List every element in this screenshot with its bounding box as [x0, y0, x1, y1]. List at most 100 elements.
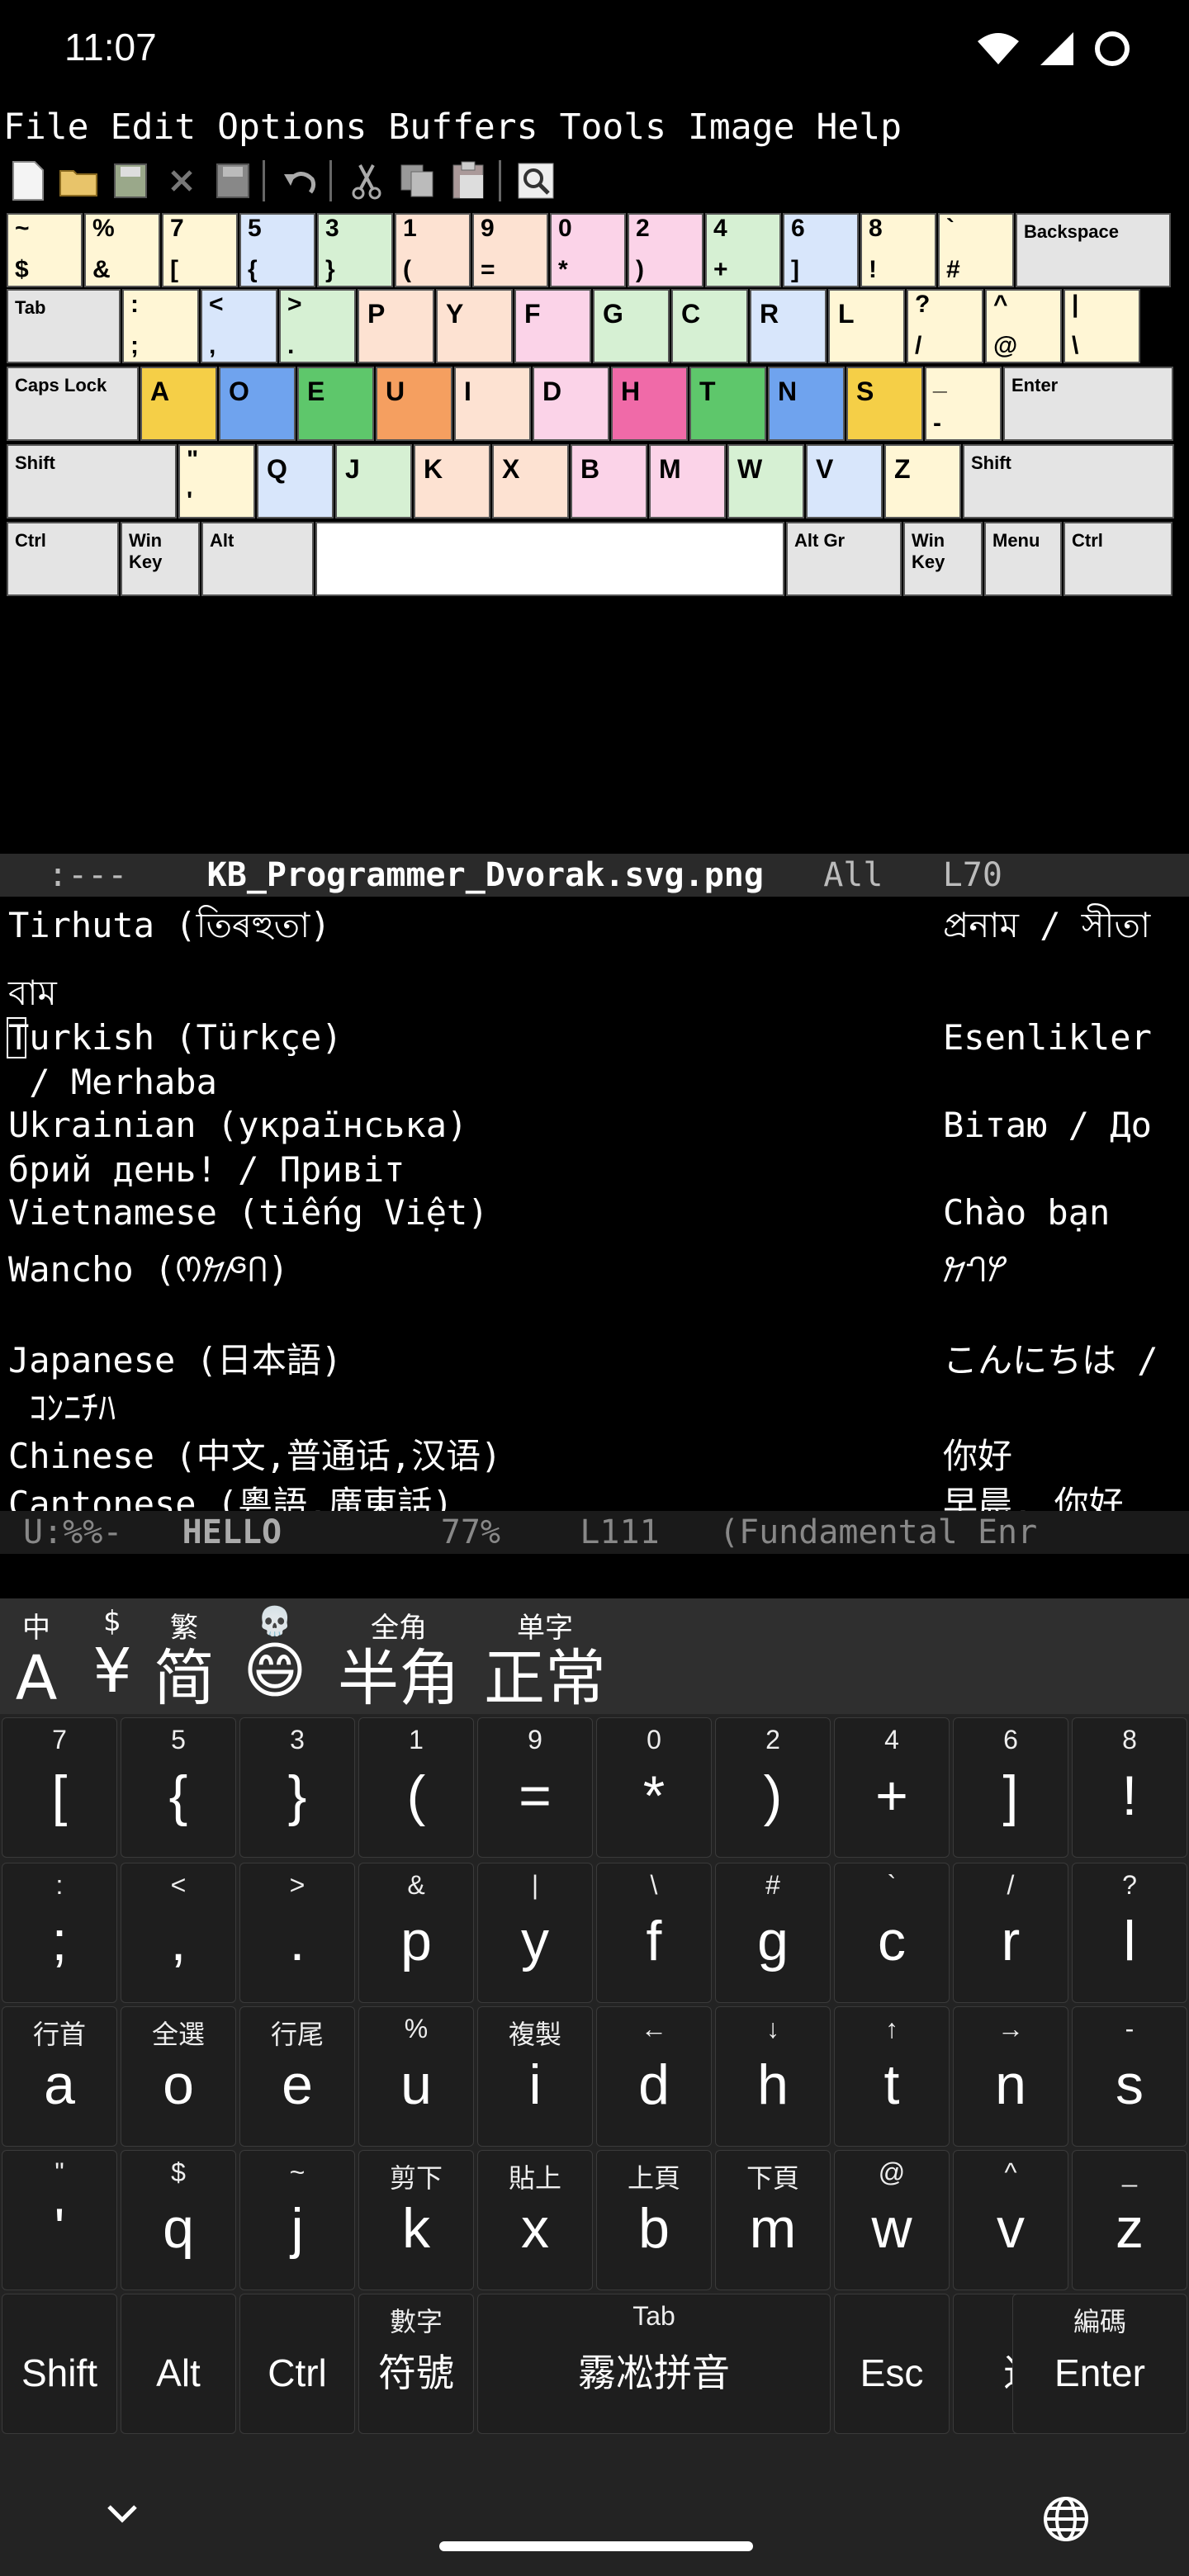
ime-key-;[interactable]: :; [2, 1863, 117, 2003]
ime-key-label: q [163, 2197, 194, 2260]
ime-key-c[interactable]: ` c [834, 1863, 950, 2003]
search-icon[interactable] [513, 157, 559, 205]
ime-key-z[interactable]: _ z [1072, 2150, 1187, 2290]
ime-key-esc[interactable]: Esc [834, 2294, 950, 2434]
ime-key-shift[interactable]: Shift [2, 2294, 117, 2434]
ime-key-{[interactable]: 5{ [121, 1717, 236, 1858]
chevron-down-icon[interactable] [106, 2502, 139, 2525]
ime-key-n[interactable]: → n [953, 2006, 1068, 2147]
mode-line-hello-buffer[interactable]: U:%%- HELLO 77% L111 (Fundamental Enr [0, 1511, 1189, 1554]
ime-key-b[interactable]: 上頁 b [596, 2150, 712, 2290]
kb-image-key-upper: | [1072, 291, 1079, 318]
save-disk-icon[interactable] [107, 157, 154, 205]
ime-key-r[interactable]: / r [953, 1863, 1068, 2003]
ime-key-enter[interactable]: 編碼 Enter [1012, 2294, 1187, 2434]
ime-key-label: ( [406, 1764, 426, 1827]
ime-key-alt[interactable]: Alt [121, 2294, 236, 2434]
ime-key-][interactable]: 6] [953, 1717, 1068, 1858]
menu-options[interactable]: Options [217, 107, 367, 148]
ime-key-=[interactable]: 9 = [477, 1717, 593, 1858]
ime-key-,[interactable]: <, [121, 1863, 236, 2003]
ime-key-hint: | [531, 1870, 539, 1900]
ime-candidate[interactable]: 全角 半角 [337, 1605, 461, 1712]
ime-key-x[interactable]: 貼上 x [477, 2150, 593, 2290]
ime-key-l[interactable]: ? l [1072, 1863, 1187, 2003]
ime-candidate[interactable]: 繁简 [147, 1605, 221, 1712]
kb-image-key-lower: . [287, 332, 295, 359]
ime-key-j[interactable]: ~ j [239, 2150, 355, 2290]
ime-key-a[interactable]: 行首 a [2, 2006, 117, 2147]
ime-key-i[interactable]: 複製 i [477, 2006, 593, 2147]
ime-key-+[interactable]: 4 + [834, 1717, 950, 1858]
echo-area[interactable] [0, 1556, 1189, 1598]
ime-key-[[interactable]: 7[ [2, 1717, 117, 1858]
ime-key-q[interactable]: $ q [121, 2150, 236, 2290]
menu-help[interactable]: Help [816, 107, 902, 148]
ime-candidate-hint: 繁 [170, 1612, 198, 1645]
menu-file[interactable]: File [3, 107, 89, 148]
close-icon[interactable] [159, 157, 205, 205]
ime-key-e[interactable]: 行尾 e [239, 2006, 355, 2147]
ime-key-([interactable]: 1( [358, 1717, 474, 1858]
ime-key-p[interactable]: & p [358, 1863, 474, 2003]
paste-icon[interactable] [446, 157, 492, 205]
menu-tools[interactable]: Tools [560, 107, 666, 148]
globe-icon[interactable] [1042, 2495, 1090, 2543]
ime-candidate[interactable]: $ ¥ [88, 1605, 137, 1704]
kb-image-ctrl-right: Ctrl [1063, 522, 1172, 596]
menu-buffers[interactable]: Buffers [388, 107, 538, 148]
copy-icon[interactable] [395, 157, 441, 205]
ime-candidate-label: 正常 [484, 1643, 606, 1714]
ime-key-label: , [170, 1910, 187, 1972]
undo-icon[interactable] [277, 157, 323, 205]
ime-key-label: d [638, 2053, 670, 2116]
ime-key-s[interactable]: -s [1072, 2006, 1187, 2147]
ime-key-label: Enter [1054, 2351, 1145, 2394]
ime-key-h[interactable]: ↓ h [715, 2006, 831, 2147]
ime-key-u[interactable]: % u [358, 2006, 474, 2147]
ime-key-g[interactable]: # g [715, 1863, 831, 2003]
kb-image-key: J [335, 444, 412, 519]
kb-image-key-lower: { [248, 256, 258, 283]
kb-image-key-lower: ! [869, 256, 877, 283]
ime-key-hint: 編碼 [1073, 2307, 1126, 2337]
ime-key-t[interactable]: ↑ t [834, 2006, 950, 2147]
ime-key-label: } [287, 1764, 307, 1827]
ime-key-.[interactable]: >. [239, 1863, 355, 2003]
ime-key-k[interactable]: 剪下 k [358, 2150, 474, 2290]
home-gesture-bar[interactable] [439, 2541, 753, 2551]
ime-key-y[interactable]: | y [477, 1863, 593, 2003]
menu-edit[interactable]: Edit [111, 107, 197, 148]
mode-line-image-buffer[interactable]: :--- KB_Programmer_Dvorak.svg.png All L7… [0, 854, 1189, 897]
ime-key-v[interactable]: ^ v [953, 2150, 1068, 2290]
kb-image-key-label: H [621, 376, 641, 406]
ime-key-m[interactable]: 下頁 m [715, 2150, 831, 2290]
ime-key-o[interactable]: 全選 o [121, 2006, 236, 2147]
ime-key-label: . [289, 1910, 306, 1972]
open-folder-icon[interactable] [56, 157, 102, 205]
ime-candidate-hint: 💀 [257, 1605, 293, 1638]
ime-key-pinyin[interactable]: Tab 霧凇拼音 [477, 2294, 831, 2434]
cell-signal-icon [1040, 32, 1073, 65]
ime-key-ctrl[interactable]: Ctrl [239, 2294, 355, 2434]
ime-candidate[interactable]: 单字 正常 [479, 1605, 611, 1712]
ime-key-f[interactable]: \ f [596, 1863, 712, 2003]
hello-buffer-text[interactable]: Tirhuta (তিৰহুতা) প্রনাম / সীতা বাম Turkish… [0, 898, 1189, 1524]
ime-key-d[interactable]: ← d [596, 2006, 712, 2147]
ime-key-)[interactable]: 2) [715, 1717, 831, 1858]
ime-key-![interactable]: 8! [1072, 1717, 1187, 1858]
menu-image[interactable]: Image [688, 107, 794, 148]
status-bar: 11:07 [0, 0, 1189, 104]
save-as-icon[interactable] [210, 157, 256, 205]
ime-key-symbols[interactable]: 數字 符號 [358, 2294, 474, 2434]
ime-key-'[interactable]: " ' [2, 2150, 117, 2290]
cut-icon[interactable] [343, 157, 390, 205]
ime-candidate[interactable]: 中A [12, 1605, 61, 1712]
ime-key-w[interactable]: @ w [834, 2150, 950, 2290]
ime-key-}[interactable]: 3} [239, 1717, 355, 1858]
ime-candidate[interactable]: 💀 😄 [238, 1605, 312, 1704]
ime-key-*[interactable]: 0 * [596, 1717, 712, 1858]
kb-image-key: <, [201, 289, 277, 363]
new-file-icon[interactable] [5, 157, 51, 205]
ime-key-hint: ` [887, 1870, 897, 1900]
